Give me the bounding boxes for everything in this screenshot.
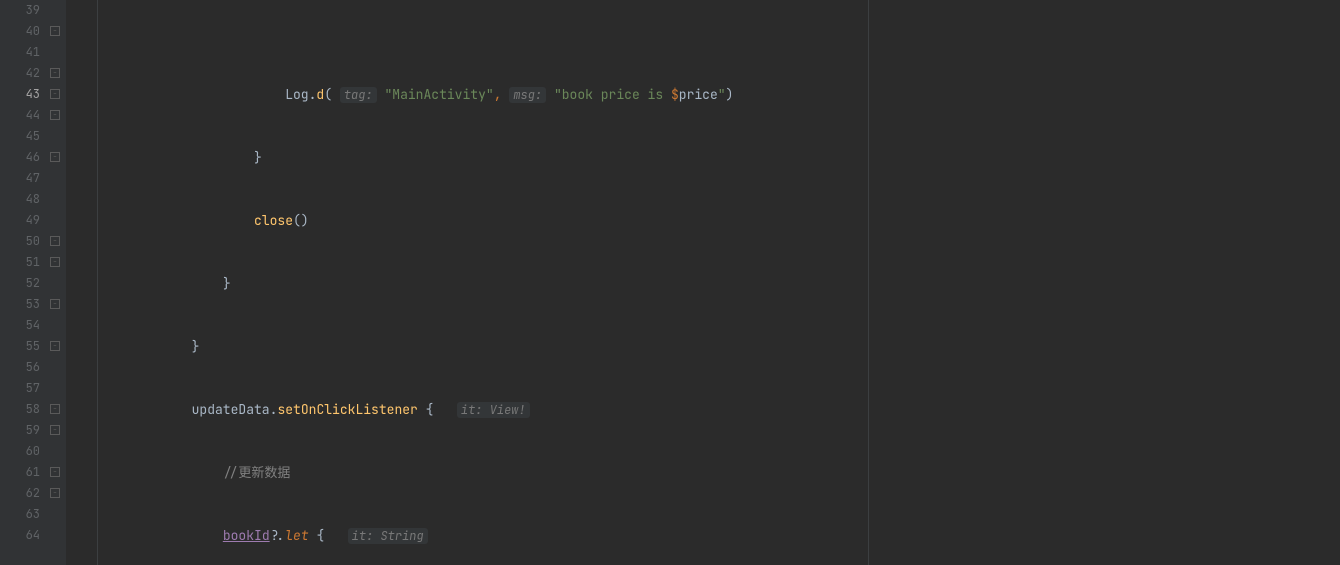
fold-marker-icon[interactable]: − <box>50 341 60 351</box>
line-number[interactable]: 60 <box>0 441 40 462</box>
line-number[interactable]: 53 <box>0 294 40 315</box>
lambda-hint: it: String <box>348 528 428 544</box>
code-line: } <box>98 336 1340 357</box>
lambda-hint: it: View! <box>457 402 530 418</box>
line-number[interactable]: 57 <box>0 378 40 399</box>
code-area[interactable]: Log.d( tag: "MainActivity", msg: "book p… <box>98 0 1340 565</box>
line-number[interactable]: 47 <box>0 168 40 189</box>
line-number[interactable]: 50 <box>0 231 40 252</box>
fold-marker-icon[interactable]: − <box>50 467 60 477</box>
left-margin <box>66 0 98 565</box>
line-number[interactable]: 52 <box>0 273 40 294</box>
right-margin-guide <box>868 0 869 565</box>
code-line: close() <box>98 210 1340 231</box>
line-number[interactable]: 59 <box>0 420 40 441</box>
fold-marker-icon[interactable]: − <box>50 404 60 414</box>
line-number[interactable]: 55 <box>0 336 40 357</box>
fold-column[interactable]: − − − − − − − − − − − − − <box>48 0 66 565</box>
line-number[interactable]: 49 <box>0 210 40 231</box>
line-number[interactable]: 64 <box>0 525 40 546</box>
param-hint: tag: <box>340 87 377 103</box>
line-number[interactable]: 40 <box>0 21 40 42</box>
fold-marker-icon[interactable]: − <box>50 257 60 267</box>
fold-marker-icon[interactable]: − <box>50 89 60 99</box>
line-number[interactable]: 44 <box>0 105 40 126</box>
code-line: updateData.setOnClickListener { it: View… <box>98 399 1340 420</box>
param-hint: msg: <box>509 87 546 103</box>
line-number[interactable]: 43 <box>0 84 40 105</box>
fold-marker-icon[interactable]: − <box>50 425 60 435</box>
code-line: //更新数据 <box>98 462 1340 483</box>
fold-marker-icon[interactable]: − <box>50 110 60 120</box>
line-number[interactable]: 61 <box>0 462 40 483</box>
line-number[interactable]: 45 <box>0 126 40 147</box>
line-number[interactable]: 63 <box>0 504 40 525</box>
line-number-gutter: 3940414243444546474849505152535455565758… <box>0 0 48 565</box>
code-line: } <box>98 147 1340 168</box>
line-number[interactable]: 39 <box>0 0 40 21</box>
line-number[interactable]: 62 <box>0 483 40 504</box>
code-line: Log.d( tag: "MainActivity", msg: "book p… <box>98 84 1340 105</box>
fold-marker-icon[interactable]: − <box>50 488 60 498</box>
line-number[interactable]: 58 <box>0 399 40 420</box>
fold-marker-icon[interactable]: − <box>50 299 60 309</box>
fold-marker-icon[interactable]: − <box>50 26 60 36</box>
line-number[interactable]: 42 <box>0 63 40 84</box>
fold-marker-icon[interactable]: − <box>50 152 60 162</box>
line-number[interactable]: 51 <box>0 252 40 273</box>
fold-marker-icon[interactable]: − <box>50 68 60 78</box>
line-number[interactable]: 41 <box>0 42 40 63</box>
line-number[interactable]: 56 <box>0 357 40 378</box>
line-number[interactable]: 46 <box>0 147 40 168</box>
fold-marker-icon[interactable]: − <box>50 236 60 246</box>
code-editor[interactable]: 3940414243444546474849505152535455565758… <box>0 0 1340 565</box>
code-line: } <box>98 273 1340 294</box>
line-number[interactable]: 48 <box>0 189 40 210</box>
code-line: bookId?.let { it: String <box>98 525 1340 546</box>
line-number[interactable]: 54 <box>0 315 40 336</box>
